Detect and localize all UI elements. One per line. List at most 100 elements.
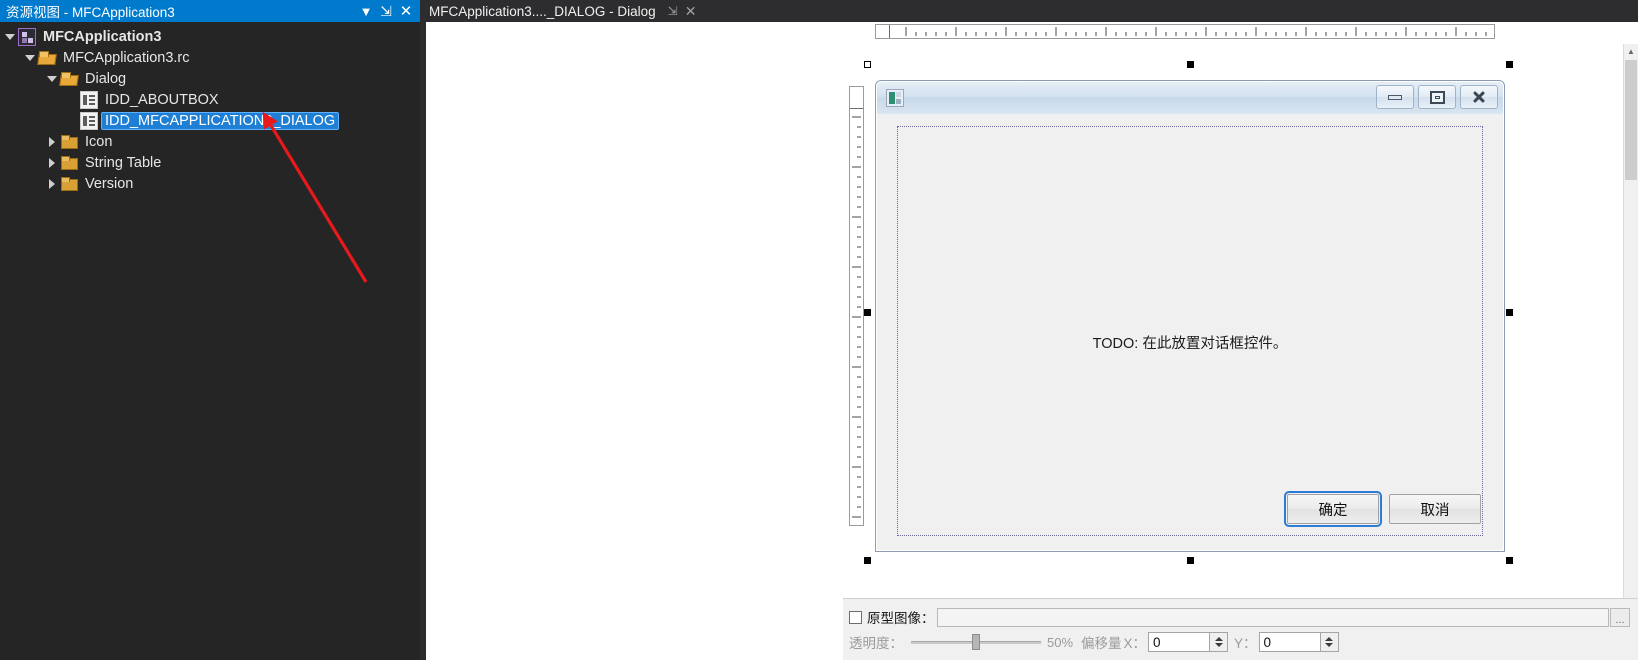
dialog-titlebar[interactable] [877, 82, 1503, 114]
browse-button[interactable]: ... [1610, 607, 1630, 627]
tree-item-idd-aboutbox[interactable]: IDD_ABOUTBOX [0, 89, 420, 110]
ruler-vertical-thumb[interactable] [850, 87, 863, 109]
close-icon [1471, 89, 1487, 105]
pin-icon[interactable]: ⇲ [376, 1, 396, 21]
resize-handle-bottom-left[interactable] [864, 557, 871, 564]
resize-handle-top-right[interactable] [1506, 61, 1513, 68]
ok-button[interactable]: 确定 [1284, 491, 1382, 527]
resize-handle-top-center[interactable] [1187, 61, 1194, 68]
editor-canvas: TODO: 在此放置对话框控件。 确定 取消 ▲ 原型图像： ... 透明度： … [420, 22, 1638, 660]
folder-icon [60, 133, 78, 151]
dialog-editor-area: MFCApplication3...._DIALOG - Dialog ⇲ ✕ [420, 0, 1638, 660]
tree-item-label: IDD_ABOUTBOX [105, 91, 219, 108]
twisty-expanded-icon[interactable] [22, 47, 38, 68]
tree-item-mfcapplication3-rc[interactable]: MFCApplication3.rc [0, 47, 420, 68]
offset-y-label: Y： [1234, 636, 1257, 651]
pin-icon[interactable]: ⇲ [664, 2, 682, 20]
offset-x-label: X： [1123, 636, 1147, 651]
maximize-icon [1429, 90, 1445, 104]
twisty-collapsed-icon[interactable] [44, 152, 60, 173]
prototype-image-checkbox[interactable] [849, 610, 862, 624]
tree-item-icon-folder[interactable]: Icon [0, 131, 420, 152]
tree-item-label: Icon [85, 133, 113, 150]
twisty-expanded-icon[interactable] [2, 26, 18, 47]
transparency-label: 透明度： [849, 636, 903, 651]
prototype-image-label: 原型图像： [867, 611, 935, 626]
editor-left-gutter [420, 22, 426, 660]
close-icon[interactable]: ✕ [682, 2, 700, 20]
spin-down-icon[interactable] [1214, 643, 1223, 647]
twisty-expanded-icon[interactable] [44, 68, 60, 89]
resource-view-panel: 资源视图 - MFCApplication3 ▼ ⇲ ✕ MFCApplicat… [0, 0, 420, 660]
twisty-collapsed-icon[interactable] [44, 173, 60, 194]
dialog-client-frame [897, 126, 1483, 536]
resize-handle-top-left[interactable] [864, 61, 871, 68]
folder-icon [60, 154, 78, 172]
folder-open-icon [60, 70, 78, 88]
mfc-dialog-preview[interactable]: TODO: 在此放置对话框控件。 确定 取消 [875, 80, 1505, 552]
resize-handle-middle-right[interactable] [1506, 309, 1513, 316]
ruler-ticks [852, 116, 861, 518]
spin-up-icon[interactable] [1214, 637, 1223, 641]
resize-handle-middle-left[interactable] [864, 309, 871, 316]
offset-x-stepper[interactable]: 0 [1148, 632, 1229, 652]
tree-item-string-table-folder[interactable]: String Table [0, 152, 420, 173]
offset-y-spin-buttons[interactable] [1320, 632, 1339, 652]
prototype-image-bar: 原型图像： ... 透明度： 50% 偏移量 X： 0 Y： 0 [843, 598, 1638, 660]
editor-vertical-scrollbar[interactable]: ▲ [1623, 44, 1638, 598]
visual-studio-window: 资源视图 - MFCApplication3 ▼ ⇲ ✕ MFCApplicat… [0, 0, 1638, 660]
tree-item-label: MFCApplication3 [43, 28, 162, 45]
slider-thumb[interactable] [972, 634, 980, 650]
prototype-image-row: 原型图像： ... [849, 607, 1630, 627]
close-icon[interactable]: ✕ [396, 1, 416, 21]
dialog-client-area[interactable]: TODO: 在此放置对话框控件。 确定 取消 [877, 114, 1503, 550]
offset-label: 偏移量 [1081, 636, 1122, 651]
todo-static-text[interactable]: TODO: 在此放置对话框控件。 [877, 332, 1503, 353]
scrollbar-thumb[interactable] [1625, 60, 1637, 180]
minimize-button[interactable] [1376, 85, 1414, 109]
tree-item-version-folder[interactable]: Version [0, 173, 420, 194]
spin-up-icon[interactable] [1325, 637, 1334, 641]
app-icon [886, 89, 904, 107]
resource-tree: MFCApplication3 MFCApplication3.rc Dialo… [0, 22, 420, 194]
offset-x-spin-buttons[interactable] [1210, 632, 1229, 652]
tree-item-mfcapplication3[interactable]: MFCApplication3 [0, 26, 420, 47]
dialog-resource-icon [80, 111, 98, 130]
dialog-system-buttons [1376, 85, 1498, 109]
resize-handle-bottom-right[interactable] [1506, 557, 1513, 564]
vertical-ruler[interactable] [849, 86, 864, 526]
maximize-button[interactable] [1418, 85, 1456, 109]
spin-down-icon[interactable] [1325, 643, 1334, 647]
tab-label: MFCApplication3...._DIALOG - Dialog [429, 3, 656, 19]
dialog-button-row: 确定 取消 [1284, 491, 1481, 527]
tree-item-label-selected: IDD_MFCAPPLICATION3_DIALOG [100, 111, 340, 130]
horizontal-ruler[interactable] [875, 24, 1495, 39]
prototype-image-path-input[interactable] [936, 607, 1609, 627]
tree-item-label: MFCApplication3.rc [63, 49, 190, 66]
offset-x-input[interactable]: 0 [1148, 632, 1211, 652]
offset-y-stepper[interactable]: 0 [1258, 632, 1339, 652]
folder-icon [60, 175, 78, 193]
resize-handle-bottom-center[interactable] [1187, 557, 1194, 564]
close-button[interactable] [1460, 85, 1498, 109]
tree-item-label: Version [85, 175, 134, 192]
resource-view-title: 资源视图 - MFCApplication3 [6, 5, 175, 20]
transparency-slider[interactable] [911, 633, 1041, 651]
offset-y-input[interactable]: 0 [1258, 632, 1321, 652]
twisty-collapsed-icon[interactable] [44, 131, 60, 152]
tab-dialog-editor[interactable]: MFCApplication3...._DIALOG - Dialog ⇲ ✕ [420, 0, 705, 22]
scroll-up-icon[interactable]: ▲ [1624, 44, 1638, 58]
tree-item-dialog-folder[interactable]: Dialog [0, 68, 420, 89]
cancel-button[interactable]: 取消 [1389, 494, 1481, 524]
editor-tabstrip: MFCApplication3...._DIALOG - Dialog ⇲ ✕ [420, 0, 1638, 22]
transparency-row: 透明度： 50% 偏移量 X： 0 Y： 0 [849, 631, 1630, 653]
tree-item-idd-mfcapplication3-dialog[interactable]: IDD_MFCAPPLICATION3_DIALOG [0, 110, 420, 131]
dialog-resource-icon [80, 90, 98, 109]
project-icon [18, 27, 36, 46]
ruler-horizontal-thumb[interactable] [876, 25, 890, 38]
resource-view-header: 资源视图 - MFCApplication3 ▼ ⇲ ✕ [0, 0, 420, 22]
minimize-icon [1388, 94, 1402, 100]
folder-open-icon [38, 49, 56, 67]
tree-item-label: String Table [85, 154, 162, 171]
chevron-down-icon[interactable]: ▼ [356, 1, 376, 21]
